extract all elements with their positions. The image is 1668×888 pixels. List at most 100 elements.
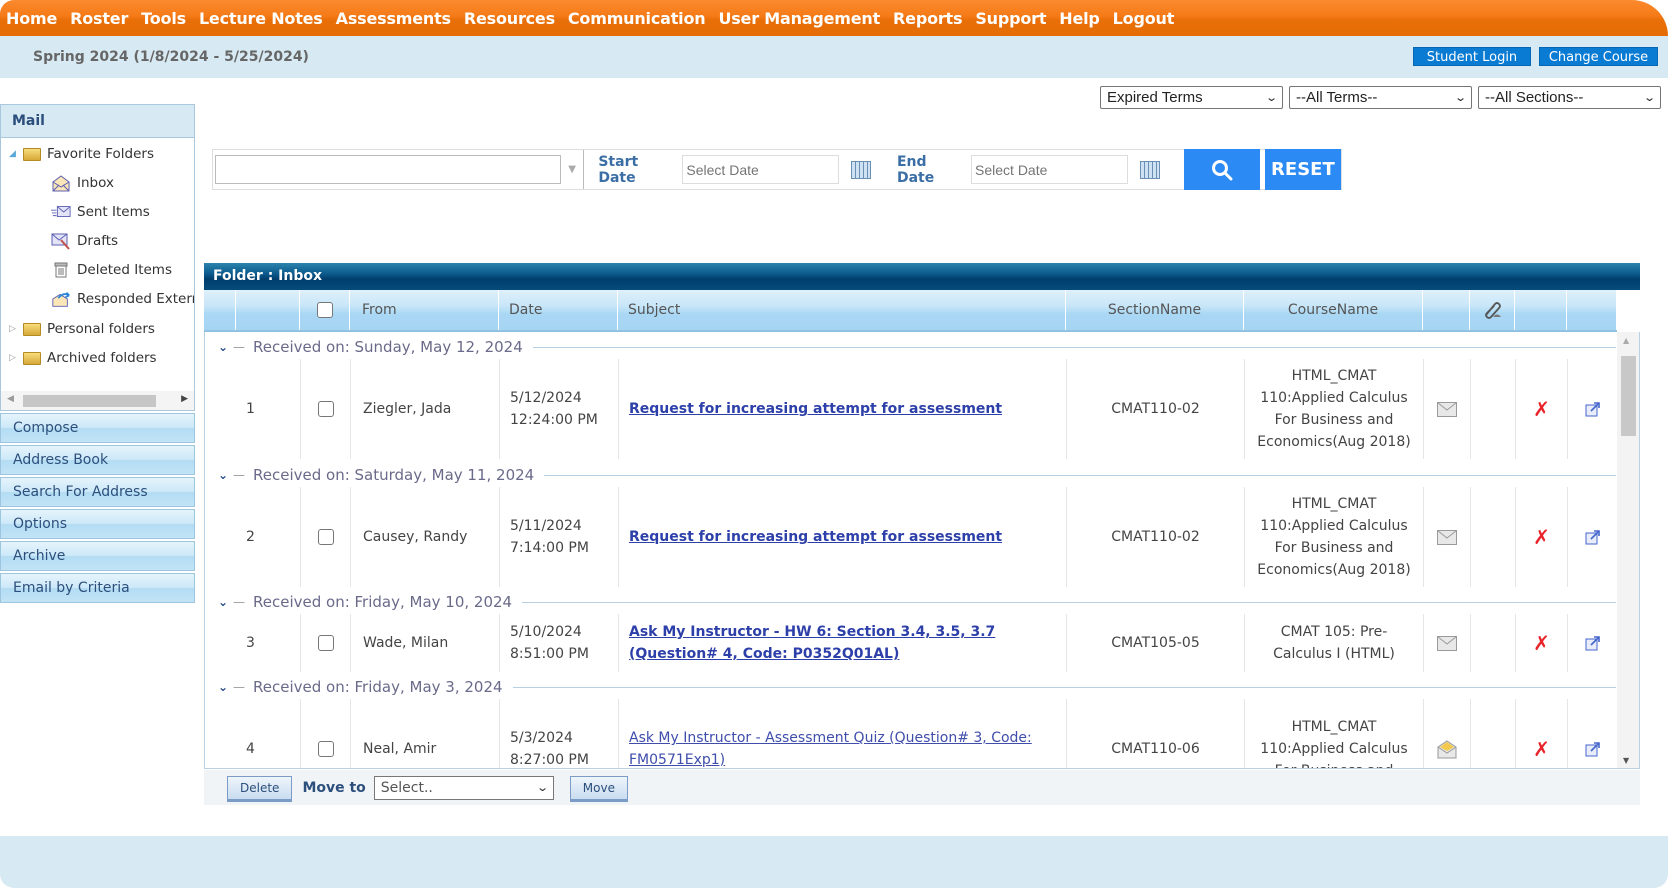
nav-tools[interactable]: Tools bbox=[141, 9, 186, 28]
term-type-select[interactable]: Expired Terms ⌄ bbox=[1100, 86, 1283, 109]
nav-communication[interactable]: Communication bbox=[568, 9, 706, 28]
nav-resources[interactable]: Resources bbox=[464, 9, 555, 28]
scroll-up-icon[interactable]: ▲ bbox=[1623, 336, 1629, 345]
search-combo-input[interactable] bbox=[215, 155, 561, 184]
tree-deleted-items[interactable]: Deleted Items bbox=[51, 259, 172, 281]
tree-inbox[interactable]: Inbox bbox=[51, 172, 114, 194]
group-header[interactable]: ⌄ — Received on: Friday, May 10, 2024 bbox=[205, 591, 1618, 613]
open-external-icon[interactable] bbox=[1585, 741, 1601, 757]
sections-select[interactable]: --All Sections-- ⌄ bbox=[1478, 86, 1661, 109]
col-date[interactable]: Date bbox=[499, 290, 618, 330]
scroll-right-icon[interactable]: ▶ bbox=[181, 394, 188, 404]
open-external-icon[interactable] bbox=[1585, 401, 1601, 417]
row-subject-link[interactable]: Request for increasing attempt for asses… bbox=[629, 401, 1002, 417]
select-all-checkbox[interactable] bbox=[316, 302, 333, 318]
tree-sent-items[interactable]: Sent Items bbox=[51, 201, 150, 223]
row-subject-link[interactable]: Request for increasing attempt for asses… bbox=[629, 529, 1002, 545]
row-date-time: 7:14:00 PM bbox=[510, 540, 589, 556]
row-from: Neal, Amir bbox=[351, 699, 500, 768]
start-date-input[interactable] bbox=[682, 155, 840, 184]
scroll-left-icon[interactable]: ◀ bbox=[7, 394, 14, 404]
move-to-label: Move to bbox=[302, 779, 366, 796]
nav-help[interactable]: Help bbox=[1059, 9, 1100, 28]
delete-x-icon[interactable]: ✗ bbox=[1533, 631, 1550, 655]
delete-x-icon[interactable]: ✗ bbox=[1533, 525, 1550, 549]
nav-support[interactable]: Support bbox=[975, 9, 1046, 28]
row-checkbox[interactable] bbox=[317, 741, 334, 757]
group-header[interactable]: ⌄ — Received on: Sunday, May 12, 2024 bbox=[205, 336, 1618, 358]
compose-button[interactable]: Compose bbox=[0, 413, 195, 443]
collapsed-triangle-icon[interactable]: ▷ bbox=[9, 324, 23, 334]
col-course-name[interactable]: CourseName bbox=[1244, 290, 1423, 330]
chevron-down-icon[interactable]: ⌄ bbox=[213, 680, 233, 694]
nav-lecture-notes[interactable]: Lecture Notes bbox=[199, 9, 323, 28]
move-to-select[interactable]: Select.. ⌄ bbox=[373, 775, 554, 800]
nav-roster[interactable]: Roster bbox=[70, 9, 128, 28]
group-header[interactable]: ⌄ — Received on: Friday, May 3, 2024 bbox=[205, 676, 1618, 698]
search-for-address-button[interactable]: Search For Address bbox=[0, 477, 195, 507]
row-attachment bbox=[1471, 359, 1516, 459]
tree-personal-folders[interactable]: ▷ Personal folders bbox=[9, 318, 155, 340]
nav-user-management[interactable]: User Management bbox=[718, 9, 880, 28]
delete-x-icon[interactable]: ✗ bbox=[1533, 737, 1550, 761]
calendar-icon[interactable] bbox=[1140, 160, 1160, 179]
archive-button[interactable]: Archive bbox=[0, 541, 195, 571]
col-from[interactable]: From bbox=[350, 290, 499, 330]
tree-favorite-folders[interactable]: ◢ Favorite Folders bbox=[9, 143, 154, 165]
row-attachment bbox=[1471, 487, 1516, 587]
delete-x-icon[interactable]: ✗ bbox=[1533, 397, 1550, 421]
student-login-button[interactable]: Student Login bbox=[1413, 47, 1531, 66]
scroll-down-icon[interactable]: ▼ bbox=[1623, 756, 1629, 765]
tree-drafts[interactable]: Drafts bbox=[51, 230, 118, 252]
row-delete-cell: ✗ bbox=[1516, 487, 1568, 587]
table-row[interactable]: 2 Causey, Randy 5/11/2024 7:14:00 PM Req… bbox=[205, 487, 1618, 587]
row-checkbox[interactable] bbox=[317, 529, 334, 545]
search-button[interactable] bbox=[1183, 149, 1260, 190]
scrollbar-thumb[interactable] bbox=[1621, 356, 1636, 436]
row-checkbox[interactable] bbox=[317, 635, 334, 651]
group-header[interactable]: ⌄ — Received on: Saturday, May 11, 2024 bbox=[205, 464, 1618, 486]
row-subject-link[interactable]: Ask My Instructor - Assessment Quiz (Que… bbox=[629, 727, 1056, 768]
move-button[interactable]: Move bbox=[569, 775, 628, 800]
drafts-label: Drafts bbox=[77, 233, 119, 249]
nav-reports[interactable]: Reports bbox=[893, 9, 962, 28]
options-button[interactable]: Options bbox=[0, 509, 195, 539]
terms-select[interactable]: --All Terms-- ⌄ bbox=[1289, 86, 1472, 109]
email-by-criteria-button[interactable]: Email by Criteria bbox=[0, 573, 195, 603]
nav-logout[interactable]: Logout bbox=[1113, 9, 1175, 28]
row-subject-link[interactable]: Ask My Instructor - HW 6: Section 3.4, 3… bbox=[629, 621, 1056, 665]
table-row[interactable]: 3 Wade, Milan 5/10/2024 8:51:00 PM Ask M… bbox=[205, 614, 1618, 672]
table-row[interactable]: 4 Neal, Amir 5/3/2024 8:27:00 PM Ask My … bbox=[205, 699, 1618, 768]
chevron-down-icon[interactable]: ⌄ bbox=[213, 340, 233, 354]
table-row[interactable]: 1 Ziegler, Jada 5/12/2024 12:24:00 PM Re… bbox=[205, 359, 1618, 459]
grid-vertical-scrollbar[interactable]: ▲ ▼ bbox=[1617, 332, 1639, 768]
scrollbar-thumb[interactable] bbox=[23, 395, 156, 407]
delete-button[interactable]: Delete bbox=[227, 775, 293, 800]
collapsed-triangle-icon[interactable]: ▷ bbox=[9, 353, 23, 363]
row-date-day: 5/11/2024 bbox=[510, 518, 582, 534]
nav-assessments[interactable]: Assessments bbox=[336, 9, 451, 28]
change-course-button[interactable]: Change Course bbox=[1539, 47, 1658, 66]
expanded-triangle-icon[interactable]: ◢ bbox=[9, 149, 23, 159]
tree-archived-folders[interactable]: ▷ Archived folders bbox=[9, 347, 157, 369]
tree-horizontal-scrollbar[interactable]: ◀ ▶ bbox=[0, 391, 195, 411]
chevron-down-icon[interactable]: ⌄ bbox=[213, 468, 233, 482]
end-date-input[interactable] bbox=[971, 155, 1129, 184]
open-external-icon[interactable] bbox=[1585, 635, 1601, 651]
calendar-icon[interactable] bbox=[851, 160, 871, 179]
col-subject[interactable]: Subject bbox=[618, 290, 1066, 330]
address-book-button[interactable]: Address Book bbox=[0, 445, 195, 475]
reset-button[interactable]: RESET bbox=[1264, 149, 1341, 190]
row-date: 5/12/2024 12:24:00 PM bbox=[500, 359, 619, 459]
row-checkbox-cell bbox=[301, 487, 351, 587]
dropdown-arrow-icon[interactable]: ▼ bbox=[561, 150, 585, 189]
chevron-down-icon[interactable]: ⌄ bbox=[213, 595, 233, 609]
grid-footer: Delete Move to Select.. ⌄ Move bbox=[204, 770, 1640, 805]
top-navigation: Home Roster Tools Lecture Notes Assessme… bbox=[0, 0, 1668, 36]
tree-responded-external[interactable]: Responded Extern bbox=[51, 288, 194, 310]
nav-home[interactable]: Home bbox=[6, 9, 57, 28]
open-external-icon[interactable] bbox=[1585, 529, 1601, 545]
row-checkbox[interactable] bbox=[317, 401, 334, 417]
chevron-down-icon: ⌄ bbox=[535, 781, 549, 794]
col-section-name[interactable]: SectionName bbox=[1066, 290, 1244, 330]
